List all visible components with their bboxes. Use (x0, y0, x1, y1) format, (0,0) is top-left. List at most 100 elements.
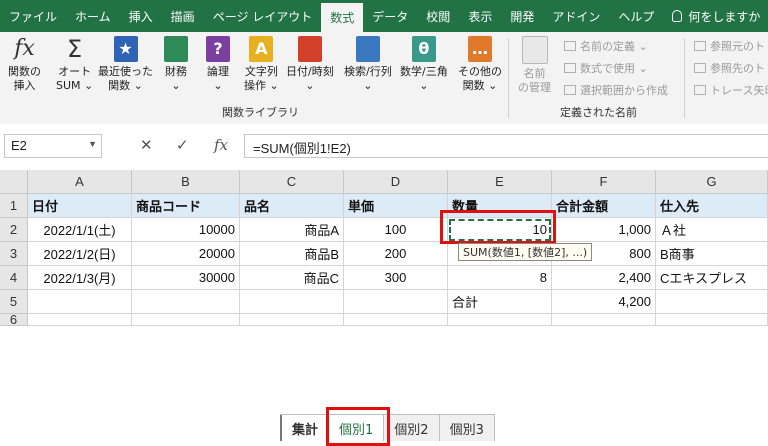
column-header-C[interactable]: C (240, 170, 344, 194)
cell-D6[interactable] (344, 314, 448, 326)
formula-input[interactable]: =SUM(個別1!E2) (244, 134, 768, 158)
row-header-1[interactable]: 1 (0, 194, 28, 218)
tab-data[interactable]: データ (363, 0, 417, 32)
column-header-F[interactable]: F (552, 170, 656, 194)
cell-F2[interactable]: 1,000 (552, 218, 656, 242)
cancel-icon[interactable]: ✕ (140, 136, 153, 154)
trace-precedents-button[interactable]: 参照元のト (694, 38, 765, 54)
recent-label1: 最近使った (98, 65, 153, 78)
cell-F5[interactable]: 4,200 (552, 290, 656, 314)
function-library-group-label: 関数ライブラリ (222, 106, 299, 119)
header-cell-F[interactable]: 合計金額 (552, 194, 656, 218)
tab-addins[interactable]: アドイン (543, 0, 609, 32)
cell-A5[interactable] (28, 290, 132, 314)
use-in-formula-button[interactable]: 数式で使用 ⌄ (564, 60, 648, 76)
autosum-button[interactable]: Σ オート SUM ⌄ (56, 36, 93, 93)
cell-A4[interactable]: 2022/1/3(月) (28, 266, 132, 290)
formula-bar: E2 ▼ ✕ ✓ fx =SUM(個別1!E2) (0, 124, 768, 170)
remove-arrows-button[interactable]: トレース矢印 (694, 82, 768, 98)
row-header-4[interactable]: 4 (0, 266, 28, 290)
sheet-tab-summary[interactable]: 集計 (280, 415, 330, 441)
header-cell-G[interactable]: 仕入先 (656, 194, 768, 218)
datetime-button[interactable]: 日付/時刻 ⌄ (286, 36, 334, 93)
column-header-A[interactable]: A (28, 170, 132, 194)
fx-icon[interactable]: fx (214, 136, 228, 154)
column-header-B[interactable]: B (132, 170, 240, 194)
cell-F6[interactable] (552, 314, 656, 326)
column-header-D[interactable]: D (344, 170, 448, 194)
cell-G2[interactable]: Ａ社 (656, 218, 768, 242)
name-manager-button[interactable]: 名前 の管理 (518, 36, 551, 95)
tab-review[interactable]: 校閲 (417, 0, 459, 32)
cell-G4[interactable]: Cエキスプレス (656, 266, 768, 290)
cell-F4[interactable]: 2,400 (552, 266, 656, 290)
cell-E5[interactable]: 合計 (448, 290, 552, 314)
enter-icon[interactable]: ✓ (176, 136, 189, 154)
cell-D4[interactable]: 300 (344, 266, 448, 290)
more-functions-button[interactable]: … その他の 関数 ⌄ (458, 36, 502, 93)
cell-E4[interactable]: 8 (448, 266, 552, 290)
sheet-tab-individual-3[interactable]: 個別3 (439, 415, 495, 441)
cell-D5[interactable] (344, 290, 448, 314)
row-header-5[interactable]: 5 (0, 290, 28, 314)
cell-A2[interactable]: 2022/1/1(土) (28, 218, 132, 242)
cell-C3[interactable]: 商品B (240, 242, 344, 266)
sheet-tab-individual-2[interactable]: 個別2 (384, 415, 440, 441)
header-cell-D[interactable]: 単価 (344, 194, 448, 218)
more-book-icon: … (468, 36, 492, 62)
math-button[interactable]: θ 数学/三角 ⌄ (400, 36, 448, 93)
column-header-G[interactable]: G (656, 170, 768, 194)
function-tooltip: SUM(数値1, [数値2], ...) (458, 243, 593, 261)
column-header-E[interactable]: E (448, 170, 552, 194)
cell-D2[interactable]: 100 (344, 218, 448, 242)
cell-A6[interactable] (28, 314, 132, 326)
header-cell-B[interactable]: 商品コード (132, 194, 240, 218)
tag-icon (521, 36, 548, 64)
define-name-button[interactable]: 名前の定義 ⌄ (564, 38, 648, 54)
trace-dependents-button[interactable]: 参照先のト (694, 60, 765, 76)
cell-D3[interactable]: 200 (344, 242, 448, 266)
cell-C4[interactable]: 商品C (240, 266, 344, 290)
tab-file[interactable]: ファイル (0, 0, 66, 32)
tab-developer[interactable]: 開発 (501, 0, 543, 32)
row-header-6[interactable]: 6 (0, 312, 28, 326)
cell-G3[interactable]: B商事 (656, 242, 768, 266)
financial-button[interactable]: 財務 ⌄ (164, 36, 188, 93)
logical-button[interactable]: ? 論理 ⌄ (206, 36, 230, 93)
cell-C5[interactable] (240, 290, 344, 314)
cell-A3[interactable]: 2022/1/2(日) (28, 242, 132, 266)
tab-draw[interactable]: 描画 (162, 0, 204, 32)
recent-functions-button[interactable]: ★ 最近使った 関数 ⌄ (98, 36, 153, 93)
tab-help[interactable]: ヘルプ (609, 0, 663, 32)
cell-B3[interactable]: 20000 (132, 242, 240, 266)
text-functions-button[interactable]: A 文字列 操作 ⌄ (244, 36, 279, 93)
cell-B4[interactable]: 30000 (132, 266, 240, 290)
cell-B5[interactable] (132, 290, 240, 314)
header-cell-C[interactable]: 品名 (240, 194, 344, 218)
tab-page-layout[interactable]: ページ レイアウト (204, 0, 322, 32)
define-name-icon (564, 41, 576, 51)
cell-G6[interactable] (656, 314, 768, 326)
tab-formulas[interactable]: 数式 (321, 3, 364, 32)
lookup-label2: ⌄ (363, 79, 373, 92)
tab-view[interactable]: 表示 (459, 0, 501, 32)
tell-me-box[interactable]: 何をしますか (663, 0, 768, 32)
lookup-button[interactable]: 検索/行列 ⌄ (344, 36, 392, 93)
cell-E6[interactable] (448, 314, 552, 326)
cell-highlight-box (440, 210, 556, 244)
tab-insert[interactable]: 挿入 (120, 0, 162, 32)
trace-dependents-label: 参照先のト (710, 62, 765, 75)
cell-C6[interactable] (240, 314, 344, 326)
insert-function-button[interactable]: fx 関数の 挿入 (8, 36, 41, 93)
cell-B6[interactable] (132, 314, 240, 326)
header-cell-A[interactable]: 日付 (28, 194, 132, 218)
cell-B2[interactable]: 10000 (132, 218, 240, 242)
row-header-2[interactable]: 2 (0, 218, 28, 242)
cell-G5[interactable] (656, 290, 768, 314)
create-from-selection-button[interactable]: 選択範囲から作成 (564, 82, 668, 98)
cell-C2[interactable]: 商品A (240, 218, 344, 242)
row-header-3[interactable]: 3 (0, 242, 28, 266)
select-all-corner[interactable] (0, 170, 28, 194)
tab-home[interactable]: ホーム (66, 0, 120, 32)
name-box[interactable]: E2 ▼ (4, 134, 102, 158)
